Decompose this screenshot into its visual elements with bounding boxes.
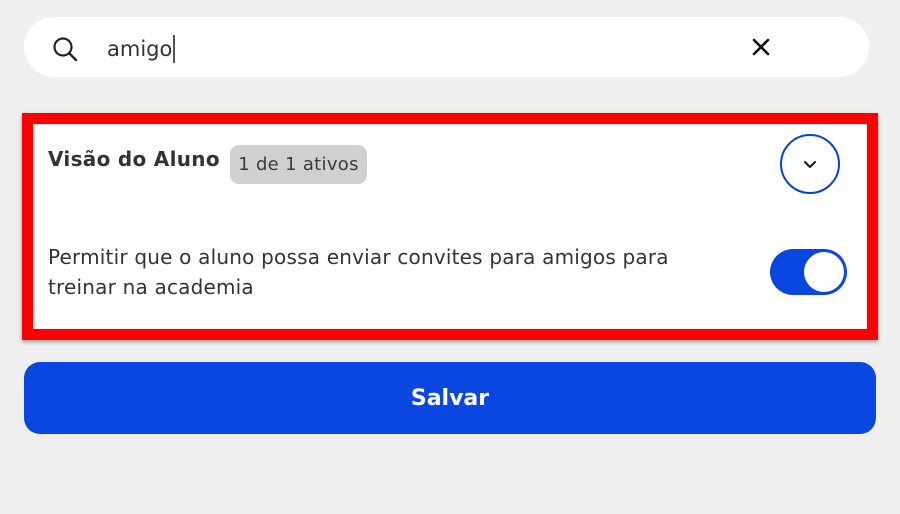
search-input-value: amigo xyxy=(107,37,173,61)
card-title: Visão do Aluno xyxy=(48,147,220,171)
close-icon[interactable] xyxy=(750,36,772,58)
setting-label: Permitir que o aluno possa enviar convit… xyxy=(48,245,669,299)
search-input[interactable]: amigo xyxy=(107,33,707,65)
toggle-knob xyxy=(804,252,844,292)
chevron-down-icon xyxy=(803,155,817,174)
text-caret xyxy=(173,35,176,63)
save-button[interactable]: Salvar xyxy=(24,362,876,434)
status-badge: 1 de 1 ativos xyxy=(230,145,367,184)
expand-button[interactable] xyxy=(780,134,840,194)
setting-toggle[interactable] xyxy=(770,249,847,295)
search-icon xyxy=(52,36,78,62)
